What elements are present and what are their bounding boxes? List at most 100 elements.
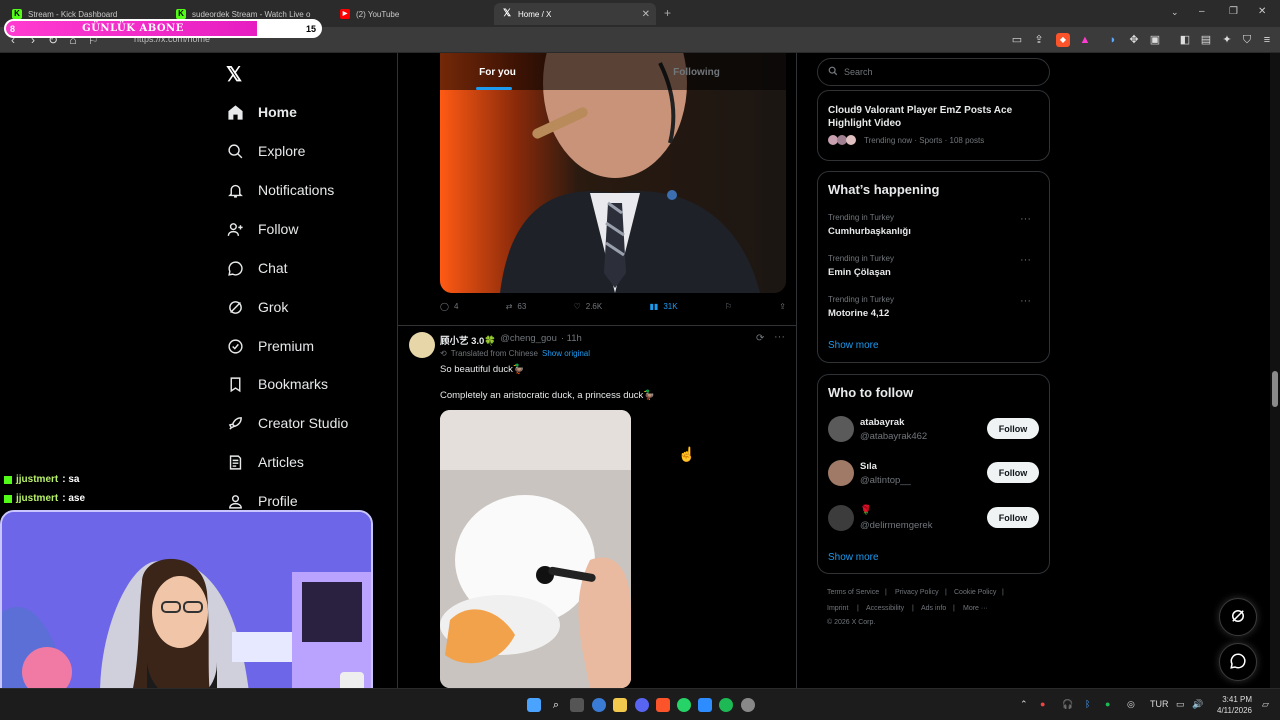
photos-icon[interactable] [698,698,712,712]
chevron-down-icon[interactable]: ⌄ [1171,7,1179,18]
settings-icon[interactable] [592,698,606,712]
tab-following[interactable]: Following [597,53,796,90]
nav-chat[interactable]: Chat [226,254,288,282]
window-close-button[interactable]: ✕ [1258,6,1266,17]
new-tab-button[interactable]: + [664,6,671,20]
tray-app-icon[interactable]: ● [1040,699,1045,709]
close-icon[interactable]: ✕ [642,9,650,20]
cast-icon[interactable]: ▭ [1010,33,1024,47]
nav-articles[interactable]: Articles [226,448,304,476]
spotify-tray-icon[interactable]: ● [1105,699,1110,709]
search-input[interactable]: Search [844,67,873,77]
nav-bookmarks[interactable]: Bookmarks [226,370,328,398]
notification-icon[interactable]: ▱ [1262,699,1269,710]
post-media-image[interactable] [440,410,631,688]
nav-premium[interactable]: Premium [226,332,314,360]
follow-suggestion-name[interactable]: Sıla [860,461,877,472]
network-icon[interactable]: ◎ [1127,699,1135,710]
footer-link-cookie[interactable]: Cookie Policy [954,589,996,596]
bluetooth-icon[interactable]: ᛒ [1085,699,1090,709]
menu-icon[interactable]: ≡ [1260,33,1274,47]
follow-suggestion-name[interactable]: atabayrak [860,417,904,428]
show-more-link[interactable]: Show more [828,552,879,563]
nav-notifications[interactable]: Notifications [226,176,334,204]
more-options-icon[interactable]: ··· [1020,295,1031,307]
clock[interactable]: 3:41 PM 4/11/2026 [1212,694,1252,716]
wallet-icon[interactable]: ▤ [1199,33,1213,47]
extension-icon[interactable]: ◗ [1106,33,1120,47]
trending-now-card[interactable]: Cloud9 Valorant Player EmZ Posts Ace Hig… [817,90,1050,161]
nav-home[interactable]: Home [226,98,297,126]
post-time[interactable]: · 11h [561,333,582,347]
footer-link-privacy[interactable]: Privacy Policy [895,589,939,596]
reply-button[interactable]: ◯ 4 [440,302,458,311]
more-options-icon[interactable]: ··· [774,331,785,343]
minimize-button[interactable]: – [1199,6,1205,17]
footer-link-more[interactable]: More ··· [963,605,988,612]
tab-search-icon[interactable]: ▣ [1148,33,1162,47]
trend-item[interactable]: Trending in Turkey Cumhurbaşkanlığı ··· [828,213,1041,237]
display-icon[interactable]: ▭ [1176,699,1185,710]
browser-tab-youtube[interactable]: ▶ (2) YouTube [332,3,492,25]
nav-grok[interactable]: Grok [226,293,288,321]
post-author-name[interactable]: 顾小艺 3.0🍀 [440,333,496,347]
puzzle-icon[interactable]: ✥ [1127,33,1141,47]
brave-icon[interactable] [656,698,670,712]
volume-icon[interactable]: 🔊 [1192,699,1203,710]
share-button[interactable]: ⇪ [779,302,786,311]
obs-icon[interactable] [741,698,755,712]
follow-button[interactable]: Follow [987,418,1039,439]
avatar[interactable] [828,416,854,442]
tab-for-you[interactable]: For you [398,53,597,90]
brave-shield-icon[interactable]: ◆ [1056,33,1070,47]
show-original-link[interactable]: Show original [542,349,590,358]
nav-follow[interactable]: Follow [226,215,298,243]
headset-icon[interactable]: 🎧 [1062,699,1073,710]
file-explorer-icon[interactable] [613,698,627,712]
more-options-icon[interactable]: ··· [1020,213,1031,225]
page-scrollbar[interactable] [1270,53,1280,688]
share-icon[interactable]: ⇪ [1032,33,1046,47]
follow-button[interactable]: Follow [987,507,1039,528]
bookmark-button[interactable]: ⚐ [725,302,732,311]
grok-fab-button[interactable] [1219,598,1257,636]
search-box[interactable]: Search [817,58,1050,86]
avatar[interactable] [828,505,854,531]
windows-start-icon[interactable] [527,698,541,712]
nav-explore[interactable]: Explore [226,137,305,165]
avatar[interactable] [828,460,854,486]
discord-icon[interactable] [635,698,649,712]
footer-link-ads-info[interactable]: Ads info [921,605,946,612]
repost-button[interactable]: ⇄ 63 [506,302,527,311]
language-indicator[interactable]: TUR [1150,699,1169,709]
avatar[interactable] [409,332,435,358]
vpn-icon[interactable]: ⛉ [1240,33,1254,47]
chevron-up-icon[interactable]: ⌃ [1020,699,1028,710]
home-timeline[interactable]: For you Following ◯ 4 ⇄ 63 ♡ 2.6K ▮▮ 31K ⚐ [397,53,797,688]
spotify-icon[interactable] [719,698,733,712]
browser-tab-x-home[interactable]: 𝕏 Home / X ✕ [494,3,656,25]
search-icon[interactable]: ⌕ [549,698,563,712]
grok-icon[interactable]: ⟳ [756,333,764,344]
views-button[interactable]: ▮▮ 31K [650,302,678,311]
task-view-icon[interactable] [570,698,584,712]
x-logo-icon[interactable]: 𝕏 [226,62,242,87]
post-author-handle[interactable]: @cheng_gou [500,333,557,347]
brave-rewards-icon[interactable]: ▲ [1078,33,1092,47]
follow-button[interactable]: Follow [987,462,1039,483]
whatsapp-icon[interactable] [677,698,691,712]
footer-link-terms[interactable]: Terms of Service [827,589,879,596]
more-options-icon[interactable]: ··· [1020,254,1031,266]
trend-headline[interactable]: Cloud9 Valorant Player EmZ Posts Ace Hig… [828,104,1038,130]
follow-suggestion-name[interactable]: 🌹 [860,505,872,516]
chat-fab-button[interactable] [1219,643,1257,681]
footer-link-imprint[interactable]: Imprint [827,605,848,612]
leo-ai-icon[interactable]: ✦ [1220,33,1234,47]
sidebar-toggle-icon[interactable]: ◧ [1178,33,1192,47]
show-more-link[interactable]: Show more [828,340,879,351]
nav-creator-studio[interactable]: Creator Studio [226,409,348,437]
trend-item[interactable]: Trending in Turkey Motorine 4,12 ··· [828,295,1041,319]
like-button[interactable]: ♡ 2.6K [574,302,603,311]
scrollbar-thumb[interactable] [1272,371,1278,407]
footer-link-accessibility[interactable]: Accessibility [866,605,904,612]
